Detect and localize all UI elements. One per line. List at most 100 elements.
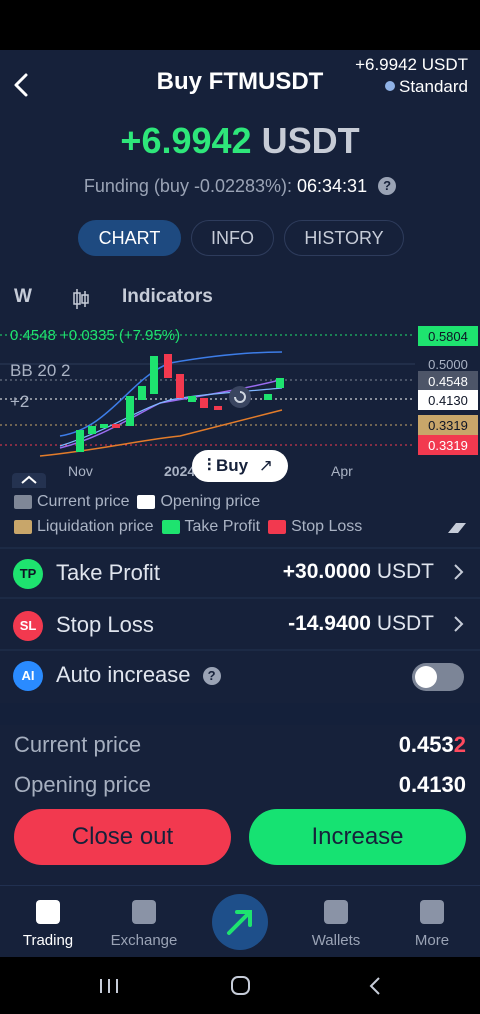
candle — [188, 396, 196, 402]
stop-loss-row[interactable]: SL Stop Loss -14.9400 USDT — [0, 602, 480, 648]
legend-opening: Opening price — [137, 493, 260, 511]
chart-legend-row-2: Liquidation price Take Profit Stop Loss — [14, 518, 370, 536]
candle — [150, 356, 158, 394]
trend-arrow-icon — [227, 910, 252, 935]
divider — [0, 649, 480, 651]
tab-history[interactable]: HISTORY — [284, 220, 404, 256]
help-icon[interactable]: ? — [202, 667, 221, 685]
tab-chart[interactable]: CHART — [78, 220, 181, 256]
chart-legend-row-1: Current price Opening price — [14, 493, 268, 511]
spacer — [0, 703, 480, 725]
recent-apps-icon[interactable] — [98, 977, 120, 995]
legend-liquidation: Liquidation price — [14, 518, 154, 536]
candle — [76, 430, 84, 452]
auto-increase-row: AI Auto increase ? — [0, 652, 480, 698]
legend-current: Current price — [14, 493, 129, 511]
bb-indicator-label: BB 20 2 — [10, 361, 71, 380]
x-tick-apr: Apr — [331, 463, 353, 479]
home-icon[interactable] — [230, 975, 252, 997]
current-price-row: Current price 0.4532 — [0, 726, 480, 766]
arrow-out-icon: ↗ — [258, 456, 274, 475]
candle — [200, 398, 208, 408]
interval-selector[interactable]: W — [14, 286, 32, 308]
nav-exchange[interactable]: Exchange — [96, 886, 192, 957]
auto-increase-toggle[interactable] — [412, 663, 464, 691]
auto-increase-label: Auto increase ? — [56, 662, 221, 688]
take-profit-label: Take Profit — [56, 560, 160, 585]
legend-take-profit: Take Profit — [161, 518, 260, 536]
svg-text:0.5804: 0.5804 — [428, 329, 468, 344]
help-icon[interactable]: ? — [378, 177, 397, 195]
eraser-icon[interactable] — [446, 520, 468, 536]
svg-text:0.3319: 0.3319 — [428, 438, 468, 453]
divider — [0, 547, 480, 549]
svg-text:0.3319: 0.3319 — [428, 418, 468, 433]
svg-text:0.4130: 0.4130 — [428, 393, 468, 408]
wallet-icon — [324, 900, 348, 924]
candle — [126, 396, 134, 426]
account-mode-label: Standard — [399, 77, 468, 96]
candlestick-icon[interactable] — [72, 288, 90, 310]
funding-countdown: 06:34:31 — [297, 176, 368, 196]
bottom-tab-bar: Trading Exchange Wallets More — [0, 885, 480, 957]
take-profit-amount: +30.0000 USDT — [282, 560, 434, 583]
chart-buy-label: Buy — [215, 456, 249, 475]
tab-info[interactable]: INFO — [191, 220, 274, 256]
take-profit-row[interactable]: TP Take Profit +30.0000 USDT — [0, 550, 480, 596]
header-pnl: +6.9942 USDT — [355, 55, 468, 74]
quick-trade-button[interactable] — [212, 894, 268, 950]
opening-price-row: Opening price 0.4130 — [0, 766, 480, 806]
stop-loss-amount: -14.9400 USDT — [288, 612, 434, 635]
nav-more-label: More — [414, 932, 450, 949]
chart-icon — [36, 900, 60, 924]
candle — [176, 374, 184, 398]
x-tick-2024: 2024 — [164, 463, 196, 479]
nav-exchange-label: Exchange — [110, 932, 178, 949]
increase-button[interactable]: Increase — [249, 809, 466, 865]
pnl-currency: USDT — [261, 120, 360, 161]
candle — [112, 424, 120, 428]
indicators-button[interactable]: Indicators — [122, 286, 213, 308]
stop-loss-icon: SL — [13, 611, 43, 641]
opening-price-label: Opening price — [14, 772, 151, 797]
nav-wallets[interactable]: Wallets — [288, 886, 384, 957]
take-profit-icon: TP — [13, 559, 43, 589]
exchange-icon — [132, 900, 156, 924]
candle — [276, 378, 284, 388]
svg-text:0.4548: 0.4548 — [428, 374, 468, 389]
x-tick-nov: Nov — [68, 463, 93, 479]
divider — [0, 597, 480, 599]
candle — [88, 426, 96, 434]
back-icon[interactable] — [367, 976, 383, 996]
price-change-label: 0.4548 +0.0335 (+7.95%) — [10, 327, 180, 344]
funding-label: Funding (buy -0.02283%): — [83, 176, 292, 196]
current-price-value: 0.4532 — [398, 732, 466, 757]
app-screen: Buy FTMUSDT +6.9942 USDT Standard +6.994… — [0, 50, 480, 957]
candle — [214, 406, 222, 410]
pnl-value: +6.9942 — [120, 120, 252, 161]
candle — [264, 394, 272, 400]
nav-trading[interactable]: Trading — [0, 886, 96, 957]
view-tabs: CHART INFO HISTORY — [78, 220, 414, 256]
account-mode[interactable]: Standard — [355, 76, 468, 98]
nav-wallets-label: Wallets — [311, 932, 361, 949]
tag-grid-level: 0.5000 — [428, 357, 468, 372]
legend-stop-loss: Stop Loss — [268, 518, 362, 536]
nav-more[interactable]: More — [384, 886, 480, 957]
candle — [164, 354, 172, 378]
chevron-right-icon — [454, 564, 464, 580]
chevron-right-icon — [454, 616, 464, 632]
candle — [138, 386, 146, 400]
status-bar — [0, 0, 480, 50]
auto-increase-icon: AI — [13, 661, 43, 691]
chart-buy-button[interactable]: ⫶ Buy ↗ — [192, 450, 288, 482]
stop-loss-label: Stop Loss — [56, 612, 154, 637]
close-out-button[interactable]: Close out — [14, 809, 231, 865]
menu-icon — [420, 900, 444, 924]
candle — [100, 424, 108, 428]
mode-dot-icon — [385, 81, 395, 91]
current-price-label: Current price — [14, 732, 142, 757]
candles — [76, 354, 284, 452]
system-nav-bar — [0, 957, 480, 1014]
funding-info: Funding (buy -0.02283%): 06:34:31 ? — [0, 176, 480, 197]
